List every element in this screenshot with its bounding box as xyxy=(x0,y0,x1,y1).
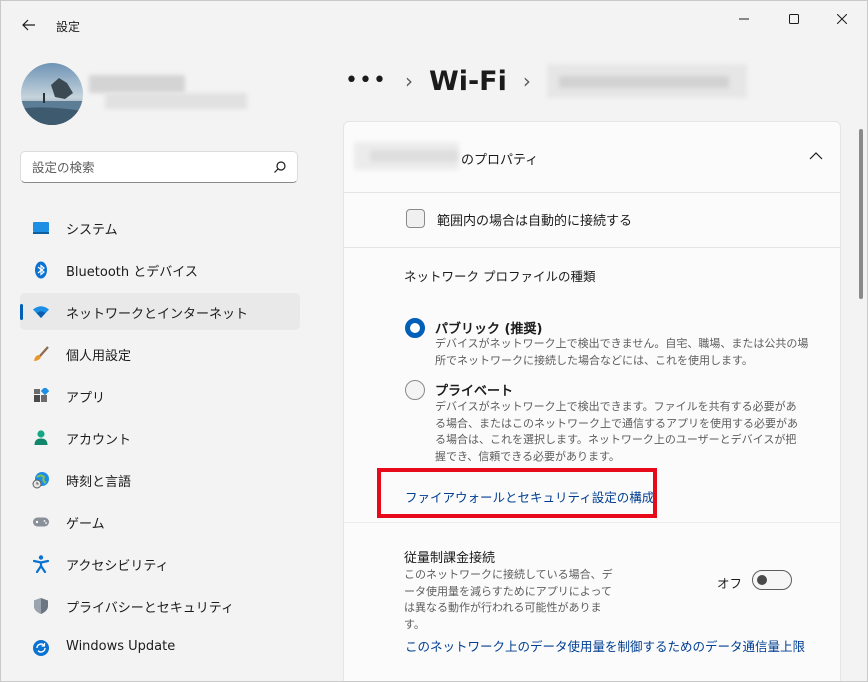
sidebar-item-accessibility[interactable]: アクセシビリティ xyxy=(20,545,300,582)
data-limit-link[interactable]: このネットワーク上のデータ使用量を制御するためのデータ通信量上限 xyxy=(405,636,805,655)
sidebar-item-label: アカウント xyxy=(66,433,132,448)
sidebar-item-label: 個人用設定 xyxy=(66,349,132,364)
divider xyxy=(344,522,840,523)
brush-icon xyxy=(32,345,50,363)
sidebar-item-gaming[interactable]: ゲーム xyxy=(20,503,300,540)
breadcrumb: ••• › Wi-Fi › xyxy=(345,59,751,103)
back-button[interactable] xyxy=(17,13,41,37)
monitor-icon xyxy=(32,219,50,237)
properties-header[interactable]: のプロパティ xyxy=(344,122,840,193)
search-input[interactable] xyxy=(32,152,262,182)
sidebar-item-label: Bluetooth とデバイス xyxy=(66,265,198,280)
auto-connect-checkbox[interactable] xyxy=(406,209,425,228)
network-name-redacted xyxy=(546,64,751,98)
metered-connection-description: このネットワークに接続している場合、データ使用量を減らすためにアプリによっては異… xyxy=(404,568,613,631)
sidebar-item-label: Windows Update xyxy=(66,639,176,654)
sidebar-item-label: アプリ xyxy=(66,391,106,406)
profile-type-heading: ネットワーク プロファイルの種類 xyxy=(404,269,596,284)
search-box[interactable] xyxy=(20,151,298,183)
sidebar-item-apps[interactable]: アプリ xyxy=(20,377,300,414)
close-icon xyxy=(837,14,847,24)
annotation-highlight xyxy=(377,468,657,518)
network-properties-card: のプロパティ 範囲内の場合は自動的に接続する ネットワーク プロファイルの種類 … xyxy=(343,121,841,681)
sidebar-item-windows-update[interactable]: Windows Update xyxy=(20,629,300,666)
settings-window: 設定 設定の検索 システム Bluetooth とデバイス ネットワークとインタ… xyxy=(0,0,868,682)
sidebar-item-label: 時刻と言語 xyxy=(66,475,132,490)
sidebar-item-personalization[interactable]: 個人用設定 xyxy=(20,335,300,372)
sidebar-item-system[interactable]: システム xyxy=(20,209,300,246)
shield-icon xyxy=(32,597,50,615)
toggle-knob xyxy=(757,575,767,585)
breadcrumb-more-button[interactable]: ••• xyxy=(345,70,387,92)
sidebar-item-time-language[interactable]: 時刻と言語 xyxy=(20,461,300,498)
sidebar-item-label: ネットワークとインターネット xyxy=(66,307,249,322)
chevron-right-icon: › xyxy=(404,69,413,93)
selection-indicator xyxy=(20,304,23,320)
sidebar-item-label: アクセシビリティ xyxy=(66,559,169,574)
back-arrow-icon xyxy=(22,19,35,31)
private-radio[interactable] xyxy=(405,380,425,400)
auto-connect-label: 範囲内の場合は自動的に接続する xyxy=(437,214,633,229)
avatar[interactable] xyxy=(21,63,83,125)
globe-clock-icon xyxy=(32,471,50,489)
search-icon[interactable] xyxy=(273,160,287,174)
metered-toggle-state: オフ xyxy=(717,576,743,591)
properties-title: のプロパティ xyxy=(461,153,539,168)
private-description: デバイスがネットワーク上で検出できます。ファイルを共有する必要がある場合、または… xyxy=(435,400,798,463)
avatar-image xyxy=(21,63,83,125)
chevron-up-icon[interactable] xyxy=(809,151,823,161)
metered-connection-title: 従量制課金接続 xyxy=(404,551,496,566)
bluetooth-icon xyxy=(32,261,50,279)
person-icon xyxy=(32,429,50,447)
maximize-icon xyxy=(789,14,799,24)
app-title: 設定 xyxy=(56,20,81,34)
minimize-button[interactable] xyxy=(724,7,764,31)
auto-connect-row: 範囲内の場合は自動的に接続する xyxy=(344,193,840,248)
public-radio-label: パブリック (推奨) xyxy=(435,322,543,337)
minimize-icon xyxy=(739,18,749,20)
sidebar-item-label: ゲーム xyxy=(66,517,105,532)
maximize-button[interactable] xyxy=(774,7,814,31)
sidebar-item-label: プライバシーとセキュリティ xyxy=(66,601,234,616)
close-button[interactable] xyxy=(822,7,862,31)
accessibility-icon xyxy=(32,555,50,573)
apps-icon xyxy=(32,387,50,405)
sidebar-item-accounts[interactable]: アカウント xyxy=(20,419,300,456)
update-icon xyxy=(32,639,50,657)
sidebar-item-bluetooth[interactable]: Bluetooth とデバイス xyxy=(20,251,300,288)
gamepad-icon xyxy=(32,513,50,531)
private-radio-label: プライベート xyxy=(435,384,514,399)
public-description: デバイスがネットワーク上で検出できません。自宅、職場、または公共の場所でネットワ… xyxy=(435,337,809,367)
sidebar-item-network[interactable]: ネットワークとインターネット xyxy=(20,293,300,330)
sidebar-item-label: システム xyxy=(66,223,118,238)
metered-toggle[interactable] xyxy=(752,570,792,590)
wifi-icon xyxy=(32,303,50,321)
chevron-right-icon: › xyxy=(522,69,531,93)
breadcrumb-wifi[interactable]: Wi-Fi xyxy=(429,66,507,97)
scrollbar[interactable] xyxy=(859,129,863,299)
title-bar: 設定 xyxy=(1,1,867,51)
sidebar-item-privacy[interactable]: プライバシーとセキュリティ xyxy=(20,587,300,624)
public-radio[interactable] xyxy=(405,318,425,338)
